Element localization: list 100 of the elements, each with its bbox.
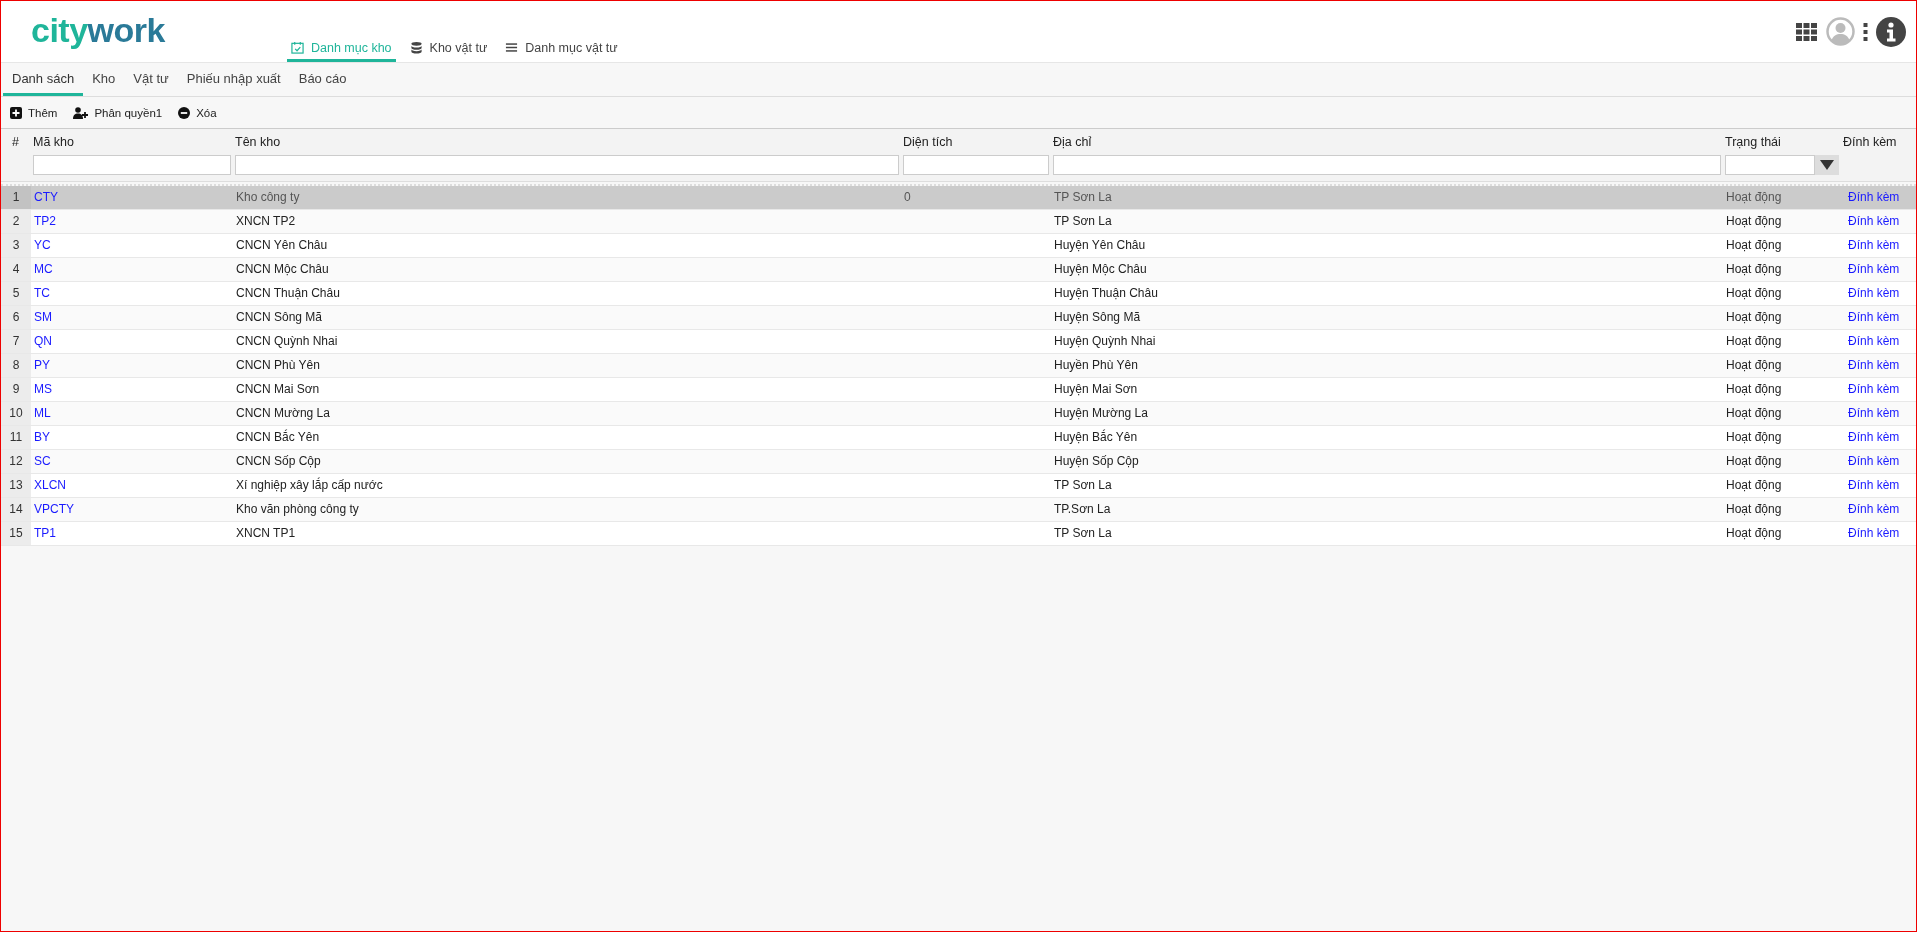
table-cell-text: CNCN Sông Mã [235,309,324,326]
toolbar-button[interactable]: Xóa [178,106,217,119]
attachment-link[interactable]: Đính kèm [1844,382,1900,396]
table-cell-text: Hoạt động [1725,381,1783,398]
filter-field[interactable] [1053,155,1721,175]
attachment-link[interactable]: Đính kèm [1844,286,1900,300]
logo: citywork [31,10,165,51]
filter-field[interactable] [235,155,899,175]
table-row[interactable]: 3 YC CNCN Yên Châu Huyện Yên Châu Hoạt động Đính kèm [1,234,1916,258]
column-header: Tên kho [235,134,282,151]
table-cell-text: Hoạt động [1725,285,1783,302]
table-cell-text: CNCN Mai Sơn [235,381,321,398]
database-icon [409,41,423,54]
table-cell-text: Huyện Thuận Châu [1053,285,1159,302]
row-number: 3 [1,234,31,257]
table-cell-text: Huyện Bắc Yên [1053,428,1139,446]
table-cell-text: QN [33,333,53,350]
row-number: 15 [1,522,31,545]
table-cell-text: Hoạt động [1725,405,1783,422]
table-row[interactable]: 15 TP1 XNCN TP1 TP Sơn La Hoạt động Đính kèm [1,522,1916,546]
column-header: Đính kèm [1843,134,1898,151]
dropdown-arrow-icon [1820,160,1834,170]
filter-dropdown[interactable] [1725,155,1839,175]
attachment-link[interactable]: Đính kèm [1844,310,1900,324]
sub-tab[interactable]: Danh sách [3,63,84,96]
table-row[interactable]: 14 VPCTY Kho văn phòng công ty TP.Sơn La Hoạt động Đính kèm [1,498,1916,522]
table-row[interactable]: 13 XLCN Xí nghiệp xây lắp cấp nước TP Sơn La Hoạt động Đính kèm [1,474,1916,498]
row-number: 10 [1,402,31,425]
filter-field[interactable] [33,155,231,175]
info-icon[interactable] [1876,16,1906,47]
attachment-link[interactable]: Đính kèm [1844,238,1900,252]
table-cell-text: Huyện Quỳnh Nhai [1053,333,1157,350]
table-row[interactable]: 10 ML CNCN Mường La Huyện Mường La Hoạt động Đính kèm [1,402,1916,426]
toolbar-button[interactable]: Phân quyền1 [73,106,163,119]
table-cell-text: CNCN Mộc Châu [235,261,330,278]
row-number: 12 [1,450,31,473]
sub-tab[interactable]: Phiếu nhập xuất [177,63,290,96]
attachment-link[interactable]: Đính kèm [1844,334,1900,348]
table-row[interactable]: 12 SC CNCN Sốp Cộp Huyện Sốp Cộp Hoạt động Đính kèm [1,450,1916,474]
table-cell-text: XLCN [33,477,67,494]
table-cell-text: MC [33,261,54,278]
table-cell-text: Hoạt động [1725,453,1783,470]
table-row[interactable]: 1 CTY Kho công ty 0 TP Sơn La Hoạt động Đính kèm [1,186,1916,210]
table-cell-text: VPCTY [33,501,75,518]
attachment-link[interactable]: Đính kèm [1844,358,1900,372]
table-row[interactable]: 11 BY CNCN Bắc Yên Huyện Bắc Yên Hoạt động Đính kèm [1,426,1916,450]
table-cell-text: Huyện Sông Mã [1053,309,1142,326]
table-cell-text: ML [33,405,52,422]
sub-tab[interactable]: Kho [83,63,125,96]
attachment-link[interactable]: Đính kèm [1844,190,1900,204]
table-cell-text: TC [33,285,51,302]
attachment-link[interactable]: Đính kèm [1844,430,1900,444]
table-row[interactable]: 4 MC CNCN Mộc Châu Huyện Mộc Châu Hoạt động Đính kèm [1,258,1916,282]
avatar-icon[interactable] [1826,17,1855,46]
attachment-link[interactable]: Đính kèm [1844,502,1900,516]
table-cell-text: MS [33,381,53,398]
attachment-link[interactable]: Đính kèm [1844,262,1900,276]
attachment-link[interactable]: Đính kèm [1844,406,1900,420]
row-number: 2 [1,210,31,233]
attachment-link[interactable]: Đính kèm [1844,454,1900,468]
toolbar-button[interactable]: Thêm [10,106,58,119]
table-row[interactable]: 6 SM CNCN Sông Mã Huyện Sông Mã Hoạt động Đính kèm [1,306,1916,330]
sub-tab[interactable]: Báo cáo [289,63,356,96]
table-cell-text: TP Sơn La [1053,477,1113,494]
table-cell-text: Hoạt động [1725,333,1783,350]
filter-field[interactable] [903,155,1049,175]
attachment-link[interactable]: Đính kèm [1844,478,1900,492]
table-cell-text: BY [33,429,51,446]
table-row[interactable]: 8 PY CNCN Phù Yên Huyền Phù Yên Hoạt động Đính kèm [1,354,1916,378]
row-number: 14 [1,498,31,521]
table-cell-text: CNCN Quỳnh Nhai [235,333,339,350]
table-row[interactable]: 2 TP2 XNCN TP2 TP Sơn La Hoạt động Đính kèm [1,210,1916,234]
table-cell-text: Hoạt động [1725,357,1783,374]
row-number: 4 [1,258,31,281]
table-cell-text: Hoạt động [1725,309,1783,326]
more-vertical-icon[interactable] [1863,22,1868,41]
sub-tab[interactable]: Vật tư [124,63,178,96]
nav-tab[interactable]: Kho vật tư [405,40,492,62]
row-number: 6 [1,306,31,329]
column-header: Mã kho [33,134,75,151]
table-cell-text: Xí nghiệp xây lắp cấp nước [235,476,384,494]
attachment-link[interactable]: Đính kèm [1844,526,1900,540]
table-cell-text: Huyện Mộc Châu [1053,261,1148,278]
table-cell-text: CTY [33,189,59,206]
table-cell-text: SC [33,453,52,470]
attachment-link[interactable]: Đính kèm [1844,214,1900,228]
table-cell-text: TP Sơn La [1053,189,1113,206]
table-row[interactable]: 7 QN CNCN Quỳnh Nhai Huyện Quỳnh Nhai Hoạt động Đính kèm [1,330,1916,354]
table-cell-text: TP.Sơn La [1053,501,1112,518]
table-row[interactable]: 9 MS CNCN Mai Sơn Huyện Mai Sơn Hoạt động Đính kèm [1,378,1916,402]
nav-tab[interactable]: Danh mục vật tư [501,40,622,62]
table-cell-text: Huyện Yên Châu [1053,237,1147,254]
table-cell-text: XNCN TP1 [235,525,297,542]
table-cell-text: TP Sơn La [1053,213,1113,230]
column-header: Diện tích [903,134,954,151]
calendar-check-icon [290,41,304,54]
table-row[interactable]: 5 TC CNCN Thuận Châu Huyện Thuận Châu Hoạt động Đính kèm [1,282,1916,306]
minus-circle-icon [178,106,191,119]
apps-grid-icon[interactable] [1796,22,1818,41]
table-cell-text: CNCN Phù Yên [235,357,321,374]
